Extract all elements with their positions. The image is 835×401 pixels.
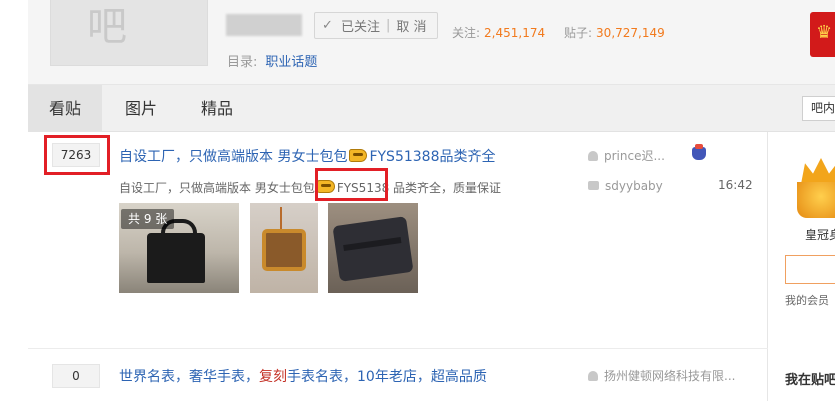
thread-author[interactable]: 扬州健顿网络科技有限...	[588, 367, 735, 384]
last-reply-time: 16:42	[718, 178, 753, 192]
right-sidebar: 皇冠身 我的会员 我在贴吧	[769, 132, 835, 401]
crown-badge-icon[interactable]: ♛	[810, 12, 835, 57]
abstract-text: 自设工厂，只做高端版本 男女士包包	[119, 181, 315, 195]
forum-header: 吧 ✓ 已关注 | 取 消 关注: 2,451,174 贴子: 30,727,149…	[28, 0, 835, 84]
thread-title-text: 自设工厂，只做高端版本 男女士包包	[119, 149, 348, 165]
thread-title-highlight: 复刻	[259, 369, 287, 385]
black-messenger-bag-image	[332, 216, 414, 282]
last-replier[interactable]: sdyybaby	[588, 179, 663, 193]
crown-icon	[797, 158, 835, 218]
user-icon	[588, 151, 598, 161]
thumbnail-tote-bag[interactable]: 共 9 张	[119, 203, 239, 293]
follow-divider: |	[386, 18, 391, 33]
thread-row: 7263 自设工厂，只做高端版本 男女士包包 FYS51388品类齐全 princ…	[28, 132, 768, 348]
thread-title[interactable]: 自设工厂，只做高端版本 男女士包包 FYS51388品类齐全	[119, 146, 495, 166]
vip-badge-icon	[692, 144, 706, 160]
black-tote-bag-image	[147, 219, 205, 283]
pointing-hand-icon	[316, 180, 335, 193]
thread-row: 0 世界名表，奢华手表，复刻手表名表，10年老店，超高品质 扬州健顿网络科技有限…	[28, 348, 768, 401]
forum-avatar-glyph: 吧	[87, 4, 133, 50]
follow-count-label: 关注:	[452, 26, 481, 40]
catalog-link[interactable]: 职业话题	[265, 55, 317, 70]
crown-member-label[interactable]: 皇冠身	[805, 226, 835, 243]
tab-featured[interactable]: 精品	[190, 85, 244, 132]
catalog: 目录: 职业话题	[227, 51, 317, 70]
member-note: 我的会员	[785, 294, 829, 307]
thread-title[interactable]: 世界名表，奢华手表，复刻手表名表，10年老店，超高品质	[119, 366, 487, 386]
member-action-box[interactable]	[785, 255, 835, 284]
follow-status-label: 已关注	[341, 20, 381, 35]
reply-bubble-icon	[588, 181, 599, 190]
forum-name-blurred	[226, 14, 302, 36]
brown-bag-image	[262, 229, 306, 271]
follow-count-stat: 关注: 2,451,174	[452, 24, 545, 41]
reply-count: 7263	[52, 143, 100, 167]
forum-search-input[interactable]: 吧内	[802, 96, 835, 121]
tab-posts[interactable]: 看贴	[28, 85, 102, 132]
reply-count: 0	[52, 364, 100, 388]
follow-count-value: 2,451,174	[484, 26, 546, 40]
crown-top-shape	[801, 158, 835, 184]
my-tieba-heading: 我在贴吧	[785, 373, 835, 388]
tab-images[interactable]: 图片	[114, 85, 168, 132]
thumbnail-messenger-bag[interactable]	[328, 203, 418, 293]
unfollow-button[interactable]: 取 消	[396, 16, 426, 35]
thread-author[interactable]: prince迟...	[588, 147, 665, 164]
thread-abstract: 自设工厂，只做高端版本 男女士包包 FYS5138 品类齐全，质量保证	[119, 179, 501, 196]
author-name: 扬州健顿网络科技有限...	[604, 369, 736, 383]
post-count-label: 贴子:	[564, 26, 593, 40]
last-replier-name: sdyybaby	[605, 179, 663, 193]
check-icon: ✓	[322, 18, 333, 33]
forum-avatar[interactable]: 吧	[50, 0, 208, 66]
crown-body-shape	[797, 182, 835, 218]
follow-button[interactable]: ✓ 已关注 | 取 消	[314, 12, 438, 39]
abstract-code: FYS5138	[336, 181, 390, 195]
image-count-badge: 共 9 张	[121, 209, 175, 229]
author-name: prince迟...	[604, 149, 665, 163]
pointing-hand-icon	[349, 149, 368, 162]
user-icon	[588, 371, 598, 381]
tab-bar: 看贴 图片 精品 吧内	[28, 84, 835, 132]
post-count-stat: 贴子: 30,727,149	[564, 24, 665, 41]
post-count-value: 30,727,149	[596, 26, 665, 40]
thumbnail-brown-bag[interactable]	[250, 203, 318, 293]
abstract-tail: 品类齐全，质量保证	[389, 181, 502, 195]
catalog-label: 目录:	[227, 55, 258, 70]
thread-title-tail: 手表名表，10年老店，超高品质	[287, 369, 487, 385]
thread-title-text: 世界名表，奢华手表，	[119, 369, 259, 385]
thread-list: 7263 自设工厂，只做高端版本 男女士包包 FYS51388品类齐全 princ…	[28, 132, 768, 401]
thread-title-code: FYS51388品类齐全	[369, 149, 496, 165]
